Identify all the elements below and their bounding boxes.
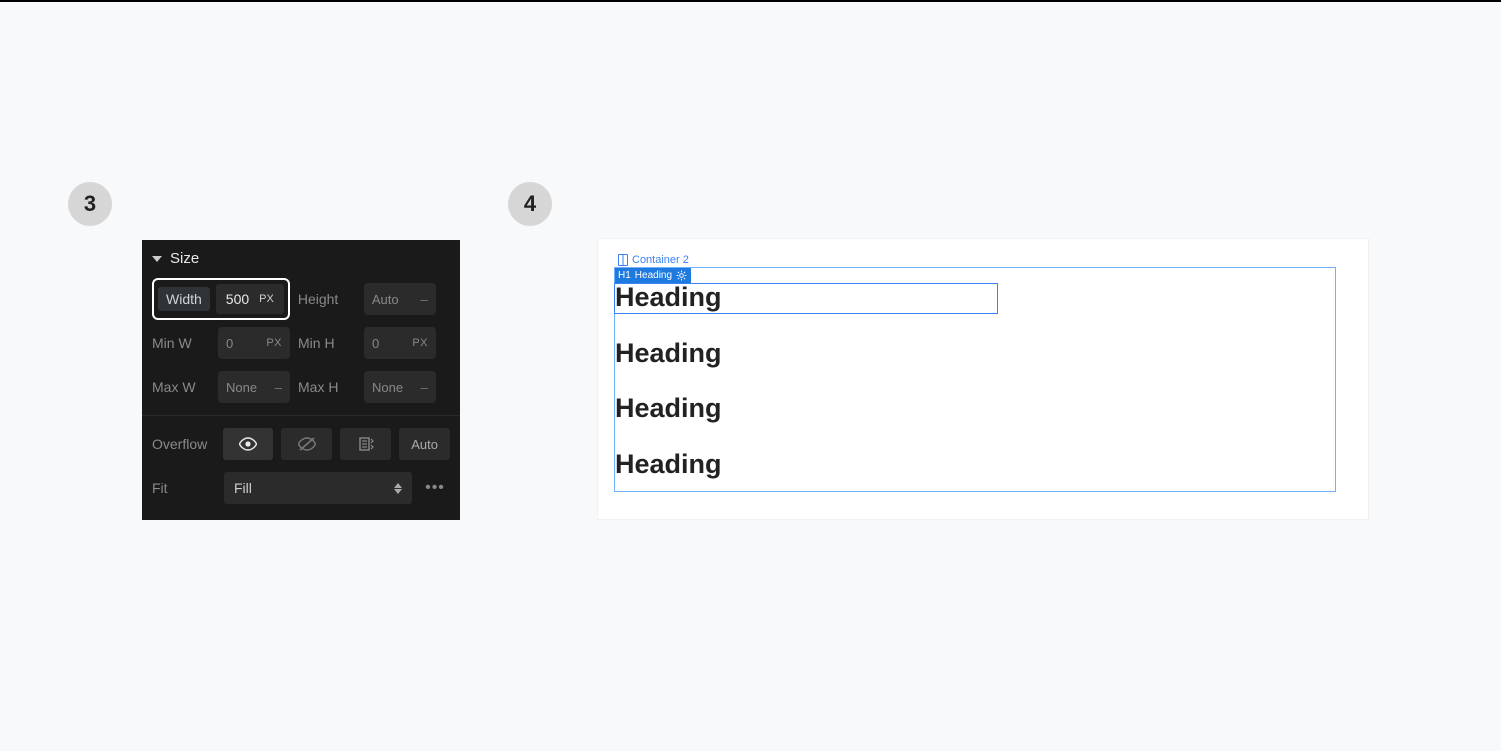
overflow-label: Overflow (152, 436, 215, 452)
overflow-row: Overflow Auto (142, 422, 460, 466)
minw-label: Min W (152, 335, 210, 351)
maxh-unit[interactable]: – (421, 380, 428, 395)
size-row-min: Min W 0 PX Min H 0 PX (142, 321, 460, 365)
minh-input[interactable]: 0 PX (364, 327, 436, 359)
width-label: Width (158, 287, 210, 311)
minw-unit[interactable]: PX (266, 337, 282, 349)
headings-wrap: Heading Heading Heading Heading (615, 283, 1335, 506)
minh-label: Min H (298, 335, 356, 351)
overflow-auto-button[interactable]: Auto (399, 428, 450, 460)
maxw-value: None (226, 380, 257, 395)
selected-element-prefix: H1 (618, 270, 631, 281)
maxw-unit[interactable]: – (275, 380, 282, 395)
maxw-input[interactable]: None – (218, 371, 290, 403)
scroll-icon (357, 435, 375, 453)
select-stepper-icon (394, 483, 402, 494)
size-panel-title: Size (170, 250, 199, 267)
overflow-scroll-button[interactable] (340, 428, 391, 460)
breadcrumb-label: Container 2 (632, 254, 689, 266)
selected-element-name: Heading (635, 270, 672, 281)
eye-slash-icon (297, 436, 317, 452)
width-unit[interactable]: PX (259, 293, 274, 305)
height-value: Auto (372, 292, 399, 307)
width-value: 500 (226, 291, 249, 307)
height-input[interactable]: Auto – (364, 283, 436, 315)
width-input[interactable]: 500 PX (216, 284, 284, 314)
overflow-visible-button[interactable] (223, 428, 274, 460)
selected-element-tag[interactable]: H1 Heading (614, 267, 691, 283)
height-unit[interactable]: – (421, 292, 428, 307)
height-label: Height (298, 291, 356, 307)
maxw-label: Max W (152, 379, 210, 395)
minw-input[interactable]: 0 PX (218, 327, 290, 359)
canvas-heading[interactable]: Heading (615, 450, 1335, 480)
fit-more-button[interactable]: ••• (420, 472, 450, 504)
caret-down-icon (152, 256, 162, 262)
minh-value: 0 (372, 336, 379, 351)
step-badge-4: 4 (508, 182, 552, 226)
canvas-breadcrumb[interactable]: Container 2 (618, 254, 689, 266)
canvas-heading[interactable]: Heading (615, 394, 1335, 424)
panel-divider (142, 415, 460, 416)
eye-icon (238, 437, 258, 451)
fit-row: Fit Fill ••• (142, 466, 460, 510)
overflow-hidden-button[interactable] (281, 428, 332, 460)
step-badge-3: 3 (68, 182, 112, 226)
size-panel: Size Width 500 PX Height Auto – Min W 0 … (142, 240, 460, 520)
minh-unit[interactable]: PX (412, 337, 428, 349)
canvas-heading[interactable]: Heading (615, 339, 1335, 369)
container-icon (618, 254, 628, 266)
fit-label: Fit (152, 480, 216, 496)
size-row-max: Max W None – Max H None – (142, 365, 460, 409)
maxh-label: Max H (298, 379, 356, 395)
size-row-width-height: Width 500 PX Height Auto – (142, 277, 460, 321)
width-control[interactable]: Width 500 PX (152, 278, 290, 320)
maxh-value: None (372, 380, 403, 395)
gear-icon[interactable] (676, 270, 687, 281)
size-panel-header[interactable]: Size (142, 240, 460, 277)
maxh-input[interactable]: None – (364, 371, 436, 403)
minw-value: 0 (226, 336, 233, 351)
fit-value: Fill (234, 480, 252, 496)
fit-select[interactable]: Fill (224, 472, 412, 504)
canvas-heading[interactable]: Heading (615, 283, 1335, 313)
